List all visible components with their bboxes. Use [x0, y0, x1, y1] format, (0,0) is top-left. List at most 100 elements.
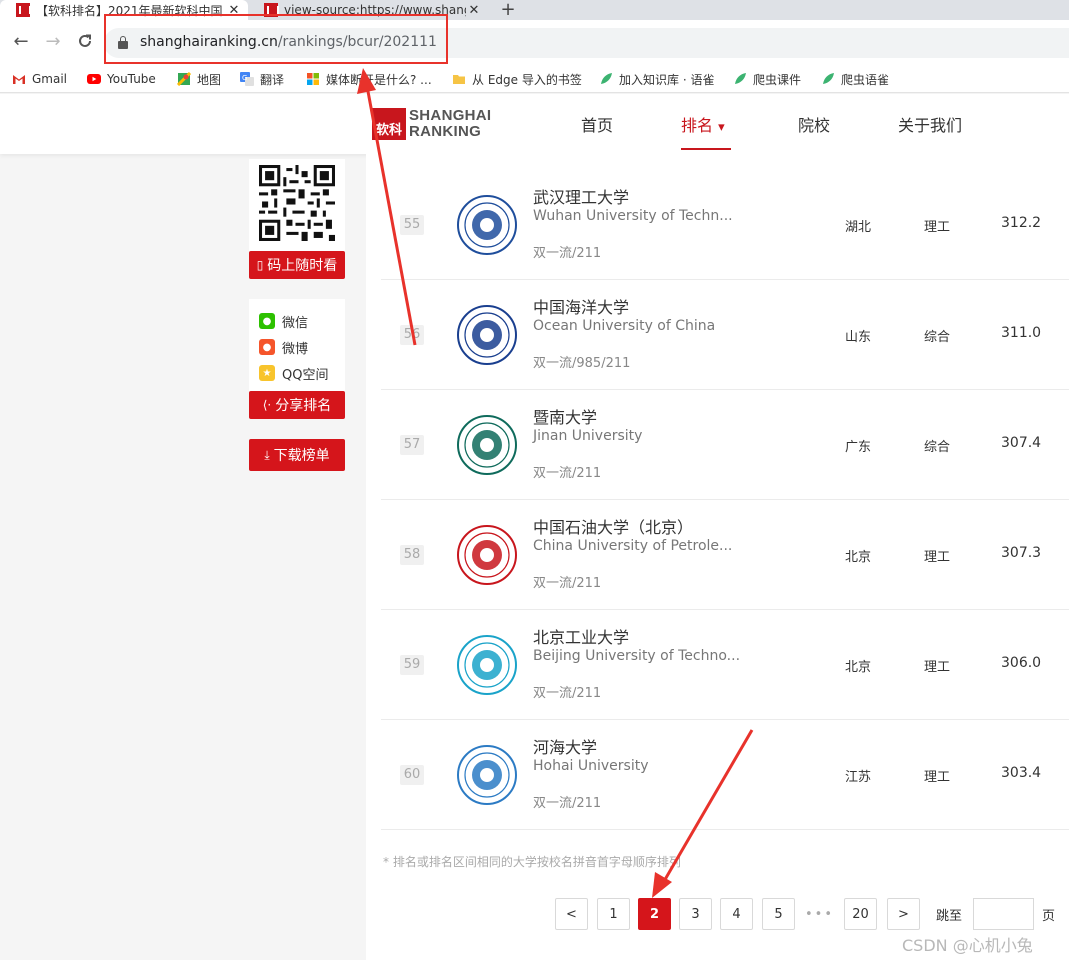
maps-icon	[177, 72, 191, 86]
university-tags: 双一流/211	[533, 796, 602, 811]
close-icon[interactable]: ✕	[466, 3, 482, 18]
phone-icon: ▯	[256, 258, 264, 272]
bookmark-crawler-course[interactable]: 爬虫课件	[733, 69, 801, 89]
site-header: 软科 SHANGHAI RANKING 首页 排名 ▾ 院校 关于我们	[0, 94, 1069, 154]
nav-about[interactable]: 关于我们	[898, 112, 962, 136]
ranking-row[interactable]: 60 河海大学 Hohai University 双一流/211 江苏 理工 303.4	[381, 720, 1069, 830]
share-ranking-button[interactable]: ⟨· 分享排名	[249, 391, 345, 419]
star-icon: ★	[259, 365, 275, 381]
jump-to-label: 跳至	[936, 909, 963, 924]
jump-to-page-input[interactable]	[973, 898, 1034, 930]
windows-icon	[307, 73, 319, 85]
university-name-cn[interactable]: 武汉理工大学	[533, 184, 629, 208]
university-name-cn[interactable]: 中国海洋大学	[533, 294, 629, 318]
bookmark-media[interactable]: 媒体断开是什么? ...	[306, 69, 432, 89]
university-name-cn[interactable]: 中国石油大学（北京）	[533, 514, 693, 538]
university-name-en: Wuhan University of Techn...	[533, 208, 733, 224]
gmail-icon	[13, 75, 25, 84]
total-score: 312.2	[1001, 215, 1042, 231]
nav-universities[interactable]: 院校	[798, 112, 830, 136]
yuque-icon	[601, 73, 612, 84]
page-button-5[interactable]: 5	[762, 898, 795, 930]
nav-home[interactable]: 首页	[581, 112, 613, 136]
rank-number: 59	[400, 655, 424, 675]
prev-page-button[interactable]: <	[555, 898, 588, 930]
pagination-ellipsis: •••	[804, 906, 834, 922]
logo-mark: 软科	[372, 108, 406, 140]
page-button-20[interactable]: 20	[844, 898, 877, 930]
share-qzone[interactable]: ★ QQ空间	[259, 363, 328, 383]
download-list-button[interactable]: ⤓ 下载榜单	[249, 439, 345, 471]
ranking-footnote: * 排名或排名区间相同的大学按校名拼音首字母顺序排列	[383, 855, 681, 869]
university-name-en: Hohai University	[533, 758, 649, 774]
qr-card	[249, 159, 345, 251]
reload-icon[interactable]	[75, 32, 95, 52]
bookmark-yuque[interactable]: 加入知识库 · 语雀	[599, 69, 714, 89]
university-tags: 双一流/985/211	[533, 356, 631, 371]
bookmarks-bar: Gmail YouTube 地图 G 翻译 媒体断开是什么? ... 从 Edg…	[0, 66, 1069, 93]
page-button-2[interactable]: 2	[638, 898, 671, 930]
total-score: 307.3	[1001, 545, 1042, 561]
page-button-4[interactable]: 4	[720, 898, 753, 930]
total-score: 307.4	[1001, 435, 1042, 451]
qr-code-icon	[259, 165, 335, 241]
bookmark-maps[interactable]: 地图	[177, 69, 221, 89]
bookmark-folder[interactable]: 从 Edge 导入的书签	[452, 69, 582, 89]
university-name-en: Beijing University of Techno...	[533, 648, 741, 664]
chevron-down-icon: ▾	[718, 120, 725, 135]
rank-number: 60	[400, 765, 424, 785]
yuque-icon	[735, 73, 746, 84]
university-name-en: China University of Petrole...	[533, 538, 733, 554]
university-emblem-icon	[457, 305, 517, 365]
folder-icon	[453, 75, 465, 84]
share-wechat[interactable]: ● 微信	[259, 311, 308, 331]
total-score: 306.0	[1001, 655, 1042, 671]
site-logo[interactable]: 软科 SHANGHAI RANKING	[372, 106, 491, 142]
rank-number: 58	[400, 545, 424, 565]
university-tags: 双一流/211	[533, 576, 602, 591]
university-emblem-icon	[457, 525, 517, 585]
bookmark-translate[interactable]: G 翻译	[240, 69, 284, 89]
university-tags: 双一流/211	[533, 246, 602, 261]
university-name-cn[interactable]: 北京工业大学	[533, 624, 629, 648]
wechat-icon: ●	[259, 313, 275, 329]
province: 江苏	[845, 770, 872, 785]
view-on-mobile-button[interactable]: ▯ 码上随时看	[249, 251, 345, 279]
ranking-row[interactable]: 59 北京工业大学 Beijing University of Techno... 双…	[381, 610, 1069, 720]
bookmark-gmail[interactable]: Gmail	[12, 69, 67, 89]
ranking-row[interactable]: 57 暨南大学 Jinan University 双一流/211 广东 综合 307.4	[381, 390, 1069, 500]
back-icon[interactable]: ←	[11, 32, 31, 52]
nav-rankings[interactable]: 排名 ▾	[681, 112, 725, 136]
university-tags: 双一流/211	[533, 466, 602, 481]
next-page-button[interactable]: >	[887, 898, 920, 930]
forward-icon[interactable]: →	[43, 32, 63, 52]
university-tags: 双一流/211	[533, 686, 602, 701]
province: 北京	[845, 550, 872, 565]
university-name-en: Ocean University of China	[533, 318, 716, 334]
rank-number: 55	[400, 215, 424, 235]
university-type: 理工	[924, 550, 951, 565]
rank-number: 57	[400, 435, 424, 455]
csdn-watermark: CSDN @心机小兔	[902, 936, 1033, 955]
page-button-3[interactable]: 3	[679, 898, 712, 930]
province: 湖北	[845, 220, 872, 235]
new-tab-button[interactable]: +	[498, 0, 518, 20]
university-type: 理工	[924, 660, 951, 675]
university-name-cn[interactable]: 暨南大学	[533, 404, 597, 428]
total-score: 303.4	[1001, 765, 1042, 781]
logo-line1: SHANGHAI	[409, 107, 492, 124]
logo-line2: RANKING	[409, 123, 482, 140]
page-button-1[interactable]: 1	[597, 898, 630, 930]
svg-text:G: G	[242, 74, 247, 82]
bookmark-youtube[interactable]: YouTube	[87, 69, 156, 89]
university-name-cn[interactable]: 河海大学	[533, 734, 597, 758]
share-weibo[interactable]: ● 微博	[259, 337, 308, 357]
ranking-row[interactable]: 56 中国海洋大学 Ocean University of China 双一流/985…	[381, 280, 1069, 390]
url-annotation-box	[104, 14, 448, 64]
university-type: 综合	[924, 330, 951, 345]
ranking-row[interactable]: 55 武汉理工大学 Wuhan University of Techn... 双一流/…	[381, 170, 1069, 280]
bookmark-crawler-yuque[interactable]: 爬虫语雀	[821, 69, 889, 89]
ranking-row[interactable]: 58 中国石油大学（北京） China University of Petrole.…	[381, 500, 1069, 610]
university-type: 理工	[924, 220, 951, 235]
translate-icon: G	[240, 72, 254, 86]
